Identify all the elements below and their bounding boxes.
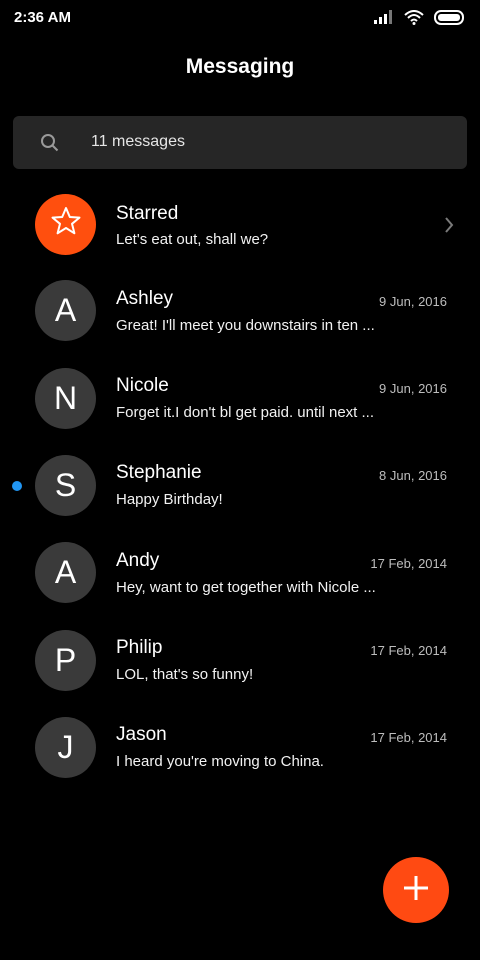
wifi-icon xyxy=(404,9,424,25)
avatar: J xyxy=(35,717,96,778)
avatar: S xyxy=(35,455,96,516)
star-icon xyxy=(50,205,82,245)
conversation-row-starred[interactable]: Starred Let's eat out, shall we? xyxy=(0,182,480,268)
conversation-name: Ashley xyxy=(116,288,174,309)
conversation-preview: Great! I'll meet you downstairs in ten .… xyxy=(116,317,375,334)
conversation-preview: Hey, want to get together with Nicole ..… xyxy=(116,579,376,596)
conversation-preview: LOL, that's so funny! xyxy=(116,666,254,683)
conversation-date: 9 Jun, 2016 xyxy=(379,294,447,309)
conversation-date: 8 Jun, 2016 xyxy=(379,468,447,483)
conversation-name: Andy xyxy=(116,550,160,571)
avatar: A xyxy=(35,542,96,603)
unread-indicator xyxy=(12,481,22,491)
status-icons xyxy=(374,8,466,26)
conversation-name: Stephanie xyxy=(116,462,202,483)
status-bar: 2:36 AM xyxy=(0,0,480,34)
avatar: A xyxy=(35,280,96,341)
conversation-row[interactable]: N Nicole 9 Jun, 2016 Forget it.I don't b… xyxy=(0,355,480,441)
conversation-preview: I heard you're moving to China. xyxy=(116,753,324,770)
conversation-row[interactable]: A Andy 17 Feb, 2014 Hey, want to get tog… xyxy=(0,530,480,616)
conversation-preview: Happy Birthday! xyxy=(116,491,223,508)
avatar: N xyxy=(35,368,96,429)
conversation-name: Philip xyxy=(116,637,163,658)
plus-icon xyxy=(402,874,430,907)
conversation-name: Jason xyxy=(116,724,167,745)
conversation-row[interactable]: J Jason 17 Feb, 2014 I heard you're movi… xyxy=(0,704,480,790)
conversation-date: 17 Feb, 2014 xyxy=(370,730,447,745)
search-icon xyxy=(40,133,59,157)
conversation-preview: Forget it.I don't bl get paid. until nex… xyxy=(116,404,375,421)
search-count-text: 11 messages xyxy=(91,133,185,150)
conversation-row[interactable]: P Philip 17 Feb, 2014 LOL, that's so fun… xyxy=(0,617,480,703)
conversation-date: 17 Feb, 2014 xyxy=(370,556,447,571)
new-message-button[interactable] xyxy=(383,857,449,923)
conversation-date: 9 Jun, 2016 xyxy=(379,381,447,396)
avatar: P xyxy=(35,630,96,691)
conversation-preview: Let's eat out, shall we? xyxy=(116,231,269,248)
page-title: Messaging xyxy=(185,55,295,78)
signal-icon xyxy=(374,10,394,24)
conversation-name: Nicole xyxy=(116,375,169,396)
battery-icon xyxy=(434,9,466,25)
conversation-row[interactable]: A Ashley 9 Jun, 2016 Great! I'll meet yo… xyxy=(0,268,480,354)
chevron-right-icon xyxy=(444,216,454,239)
conversation-name: Starred xyxy=(116,203,179,224)
status-time: 2:36 AM xyxy=(14,9,71,26)
starred-avatar xyxy=(35,194,96,255)
conversation-row[interactable]: S Stephanie 8 Jun, 2016 Happy Birthday! xyxy=(0,442,480,528)
search-bar[interactable]: 11 messages xyxy=(13,116,467,169)
conversation-date: 17 Feb, 2014 xyxy=(370,643,447,658)
